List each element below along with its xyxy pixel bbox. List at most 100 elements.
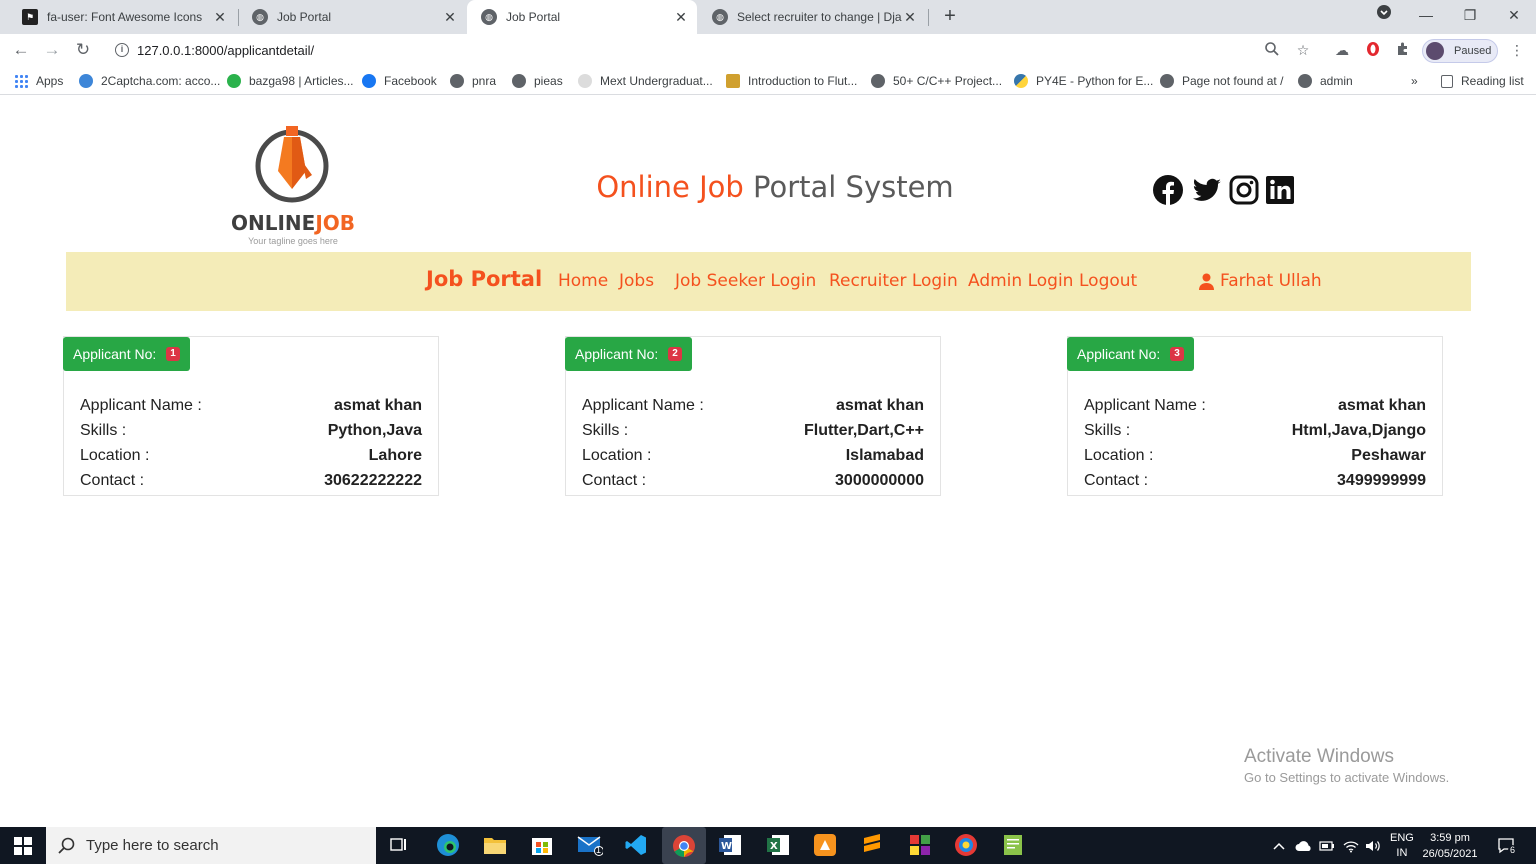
onedrive-cloud-icon[interactable] xyxy=(1295,827,1313,864)
nav-user[interactable]: Farhat Ullah xyxy=(1199,271,1322,291)
notepad-icon[interactable] xyxy=(999,831,1027,859)
title-rest: Portal System xyxy=(743,170,954,204)
twitter-icon[interactable] xyxy=(1191,174,1223,206)
close-window-button[interactable]: ✕ xyxy=(1492,0,1536,30)
nav-job-seeker-login[interactable]: Job Seeker Login xyxy=(675,271,816,291)
browser-toolbar: ← → ↻ i 127.0.0.1:8000/applicantdetail/ … xyxy=(0,34,1536,66)
excel-icon[interactable]: X xyxy=(764,831,792,859)
volume-icon[interactable] xyxy=(1365,827,1381,864)
contact-row: Contact : 3499999999 xyxy=(1084,472,1426,494)
bookmark-mext[interactable]: Mext Undergraduat... xyxy=(578,72,713,90)
tab-font-awesome[interactable]: ⚑ fa-user: Font Awesome Icons ✕ xyxy=(8,0,236,34)
wifi-icon[interactable] xyxy=(1343,827,1359,864)
file-explorer-icon[interactable] xyxy=(481,831,509,859)
bookmark-admin[interactable]: admin xyxy=(1298,72,1353,90)
close-icon[interactable]: ✕ xyxy=(673,9,689,26)
bookmarks-overflow-button[interactable]: » xyxy=(1411,72,1418,90)
back-button[interactable]: ← xyxy=(10,39,32,61)
activate-windows-watermark: Activate Windows Go to Settings to activ… xyxy=(1244,746,1449,785)
taskbar-search-box[interactable]: Type here to search xyxy=(46,827,376,864)
bookmark-pieas[interactable]: pieas xyxy=(512,72,563,90)
user-icon xyxy=(1199,273,1214,290)
opera-extension-icon[interactable] xyxy=(1364,41,1382,59)
edge-icon[interactable] xyxy=(434,831,462,859)
system-clock[interactable]: 3:59 pm 26/05/2021 xyxy=(1414,830,1486,862)
app-orange-icon[interactable] xyxy=(811,831,839,859)
bookmark-apps[interactable]: Apps xyxy=(14,72,63,90)
close-icon[interactable]: ✕ xyxy=(212,9,228,26)
extensions-puzzle-icon[interactable] xyxy=(1394,41,1412,59)
app-circle-icon[interactable] xyxy=(952,831,980,859)
tab-search-icon[interactable] xyxy=(1362,0,1406,30)
info-icon[interactable]: i xyxy=(115,43,129,57)
bookmark-flutter[interactable]: Introduction to Flut... xyxy=(726,72,857,90)
tab-select-recruiter[interactable]: ◍ Select recruiter to change | Djang ✕ xyxy=(698,0,926,34)
bookmark-label: pnra xyxy=(472,74,497,88)
task-view-icon[interactable] xyxy=(385,831,413,859)
language-indicator[interactable]: ENG IN xyxy=(1390,827,1414,864)
title-accent: Online Job xyxy=(596,170,744,204)
bookmark-label: 50+ C/C++ Project... xyxy=(893,74,1003,88)
minimize-button[interactable]: — xyxy=(1404,0,1448,30)
mail-icon[interactable]: 1 xyxy=(576,831,604,859)
close-icon[interactable]: ✕ xyxy=(902,9,918,26)
zoom-icon[interactable] xyxy=(1263,41,1281,59)
address-bar[interactable]: i 127.0.0.1:8000/applicantdetail/ xyxy=(103,36,1321,64)
user-name: Farhat Ullah xyxy=(1220,271,1322,291)
nav-recruiter-login[interactable]: Recruiter Login xyxy=(829,271,958,291)
field-label: Location : xyxy=(1084,447,1154,464)
applicant-name-row: Applicant Name : asmat khan xyxy=(80,397,422,419)
notification-center-icon[interactable]: 6 xyxy=(1497,827,1518,864)
badge-label: Applicant No: xyxy=(575,346,659,362)
bookmark-py4e[interactable]: PY4E - Python for E... xyxy=(1014,72,1153,90)
bookmark-cpp-projects[interactable]: 50+ C/C++ Project... xyxy=(871,72,1002,90)
field-value: Peshawar xyxy=(1351,447,1426,464)
field-label: Contact : xyxy=(582,472,647,489)
close-icon[interactable]: ✕ xyxy=(442,9,458,26)
vscode-icon[interactable] xyxy=(622,831,650,859)
field-label: Skills : xyxy=(582,422,629,439)
start-button[interactable] xyxy=(0,827,46,864)
menu-kebab-icon[interactable]: ⋮ xyxy=(1508,41,1526,59)
bookmark-2captcha[interactable]: 2Captcha.com: acco... xyxy=(79,72,220,90)
bookmark-page-not-found[interactable]: Page not found at / xyxy=(1160,72,1283,90)
new-tab-button[interactable]: + xyxy=(938,4,962,28)
bookmark-bazga98[interactable]: bazga98 | Articles... xyxy=(227,72,354,90)
show-hidden-icons-chevron-icon[interactable] xyxy=(1272,827,1286,864)
avatar xyxy=(1426,42,1444,60)
nav-admin-login[interactable]: Admin Login xyxy=(968,271,1073,291)
tab-job-portal-1[interactable]: ◍ Job Portal ✕ xyxy=(238,0,466,34)
bookmark-pnra[interactable]: pnra xyxy=(450,72,496,90)
bookmark-facebook[interactable]: Facebook xyxy=(362,72,437,90)
field-value: Flutter,Dart,C++ xyxy=(803,422,924,439)
app-blocks-icon[interactable] xyxy=(906,831,934,859)
profile-button[interactable]: Paused xyxy=(1422,39,1498,63)
apps-grid-icon xyxy=(14,74,28,88)
instagram-icon[interactable] xyxy=(1228,174,1260,206)
forward-button[interactable]: → xyxy=(41,39,63,61)
bookmarks-bar: Apps 2Captcha.com: acco... bazga98 | Art… xyxy=(0,66,1536,95)
applicant-number-badge: Applicant No: 3 xyxy=(1067,337,1194,371)
battery-icon[interactable] xyxy=(1319,827,1335,864)
globe-icon: ◍ xyxy=(712,9,728,25)
nav-logout[interactable]: Logout xyxy=(1079,271,1137,291)
location-row: Location : Peshawar xyxy=(1084,447,1426,469)
extension-cloud-icon[interactable]: ☁ xyxy=(1333,41,1351,59)
facebook-icon[interactable] xyxy=(1152,174,1184,206)
bookmark-label: Mext Undergraduat... xyxy=(600,74,713,88)
tab-job-portal-active[interactable]: ◍ Job Portal ✕ xyxy=(467,0,697,34)
navbar-brand[interactable]: Job Portal xyxy=(426,267,542,291)
nav-home[interactable]: Home xyxy=(558,271,608,291)
restore-button[interactable]: ❐ xyxy=(1448,0,1492,30)
chrome-icon[interactable] xyxy=(662,827,706,864)
reload-button[interactable]: ↻ xyxy=(72,39,94,61)
bazga-icon xyxy=(227,74,241,88)
nav-jobs[interactable]: Jobs xyxy=(619,271,654,291)
reading-list-button[interactable]: Reading list xyxy=(1441,72,1524,90)
word-icon[interactable]: W xyxy=(716,831,744,859)
sublime-text-icon[interactable] xyxy=(858,831,886,859)
linkedin-icon[interactable] xyxy=(1264,174,1296,206)
store-icon[interactable] xyxy=(528,831,556,859)
bookmark-star-icon[interactable]: ☆ xyxy=(1294,41,1312,59)
field-value: Html,Java,Django xyxy=(1291,422,1426,439)
